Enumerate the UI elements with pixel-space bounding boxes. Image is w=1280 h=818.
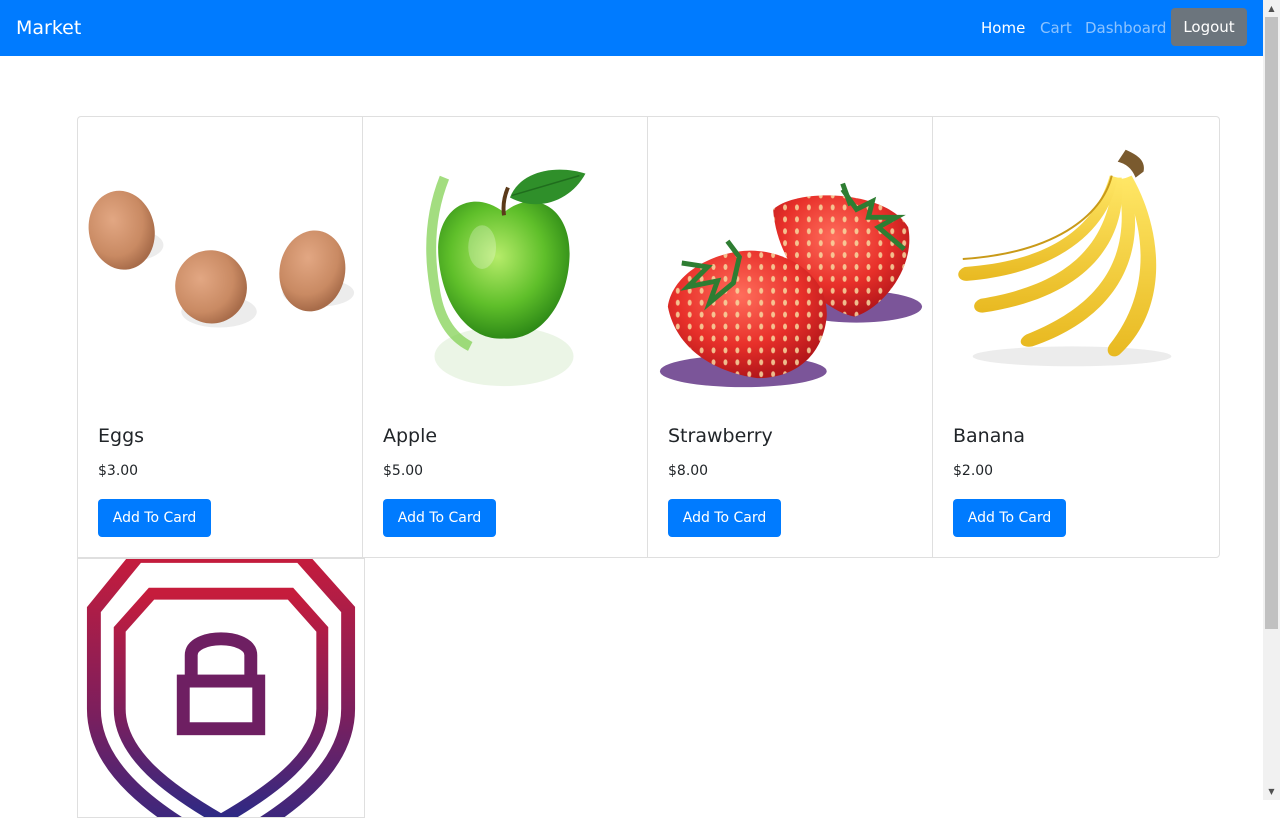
product-card-apple: Apple $5.00 Add To Card [362,116,648,558]
navbar: Market Home Cart Dashboard Logout [0,0,1263,56]
product-price: $2.00 [953,463,994,479]
product-name: Banana [953,425,1026,447]
product-name: Strawberry [668,425,773,447]
add-to-card-button[interactable]: Add To Card [668,499,781,537]
product-card-banana: Banana $2.00 Add To Card [932,116,1220,558]
brand-link[interactable]: Market [16,15,81,41]
scrollbar-thumb[interactable] [1265,17,1278,629]
nav-home-link[interactable]: Home [981,18,1025,38]
page-scrollbar[interactable]: ▲ ▼ [1263,0,1280,800]
bananas-image [933,117,1219,407]
shield-lock-image [78,559,364,817]
nav-dashboard-link[interactable]: Dashboard [1085,18,1166,38]
nav-cart-link[interactable]: Cart [1040,18,1072,38]
product-card-strawberry: Strawberry $8.00 Add To Card [647,116,933,558]
scroll-up-icon[interactable]: ▲ [1263,0,1280,17]
add-to-card-button[interactable]: Add To Card [953,499,1066,537]
strawberries-image [648,117,932,407]
product-name: Eggs [98,425,145,447]
add-to-card-button[interactable]: Add To Card [383,499,496,537]
product-name: Apple [383,425,438,447]
product-price: $3.00 [98,463,139,479]
green-apple-image [363,117,647,407]
logout-button[interactable]: Logout [1171,8,1247,46]
product-price: $5.00 [383,463,424,479]
product-price: $8.00 [668,463,709,479]
product-card-shield-lock [77,558,365,818]
product-card-eggs: Eggs $3.00 Add To Card [77,116,363,558]
add-to-card-button[interactable]: Add To Card [98,499,211,537]
scroll-down-icon[interactable]: ▼ [1263,783,1280,800]
eggs-image [78,117,362,407]
